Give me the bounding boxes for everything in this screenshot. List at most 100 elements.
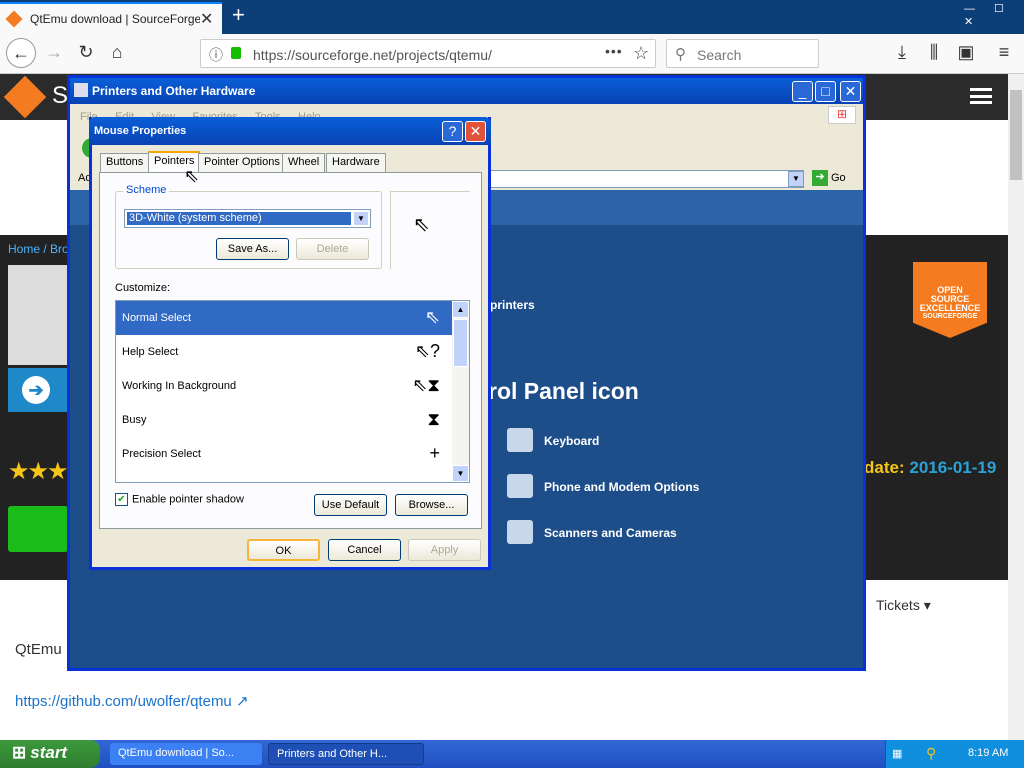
start-label: start [30, 743, 68, 762]
phone-modem-icon[interactable] [507, 474, 533, 498]
tab-buttons[interactable]: Buttons [100, 153, 150, 172]
arrow-button[interactable]: ➔ [8, 368, 68, 412]
hourglass-icon: ⧗ [427, 409, 440, 429]
pointer-help-select[interactable]: Help Select ⇖? [116, 335, 452, 369]
pointer-normal-select[interactable]: Normal Select ⇖ [116, 301, 452, 335]
pointer-busy[interactable]: Busy ⧗ [116, 403, 452, 437]
keyboard-icon[interactable] [507, 428, 533, 452]
tab-hardware[interactable]: Hardware [326, 153, 386, 172]
forward-button[interactable]: → [40, 42, 68, 70]
delete-button[interactable]: Delete [296, 238, 369, 260]
sourceforge-favicon-icon [5, 10, 23, 28]
url-text[interactable]: https://sourceforge.net/projects/qtemu/ [253, 47, 492, 63]
pointer-shadow-option[interactable]: ✔ Enable pointer shadow [115, 493, 244, 506]
go-arrow-icon: ➔ [812, 170, 828, 186]
windows-flag-icon: ⊞ [12, 743, 27, 762]
maximize-button[interactable]: □ [815, 81, 836, 102]
arrow-right-icon: ➔ [22, 376, 50, 404]
cancel-button[interactable]: Cancel [328, 539, 401, 561]
minimize-button[interactable]: _ [792, 81, 813, 102]
info-icon[interactable]: ⓘ [209, 45, 223, 65]
project-name: QtEmu [15, 641, 62, 658]
sidebar-icon[interactable]: ▣ [952, 42, 980, 70]
go-button[interactable]: ➔ Go [812, 170, 846, 186]
download-button[interactable] [8, 506, 68, 552]
browse-button[interactable]: Browse... [395, 494, 468, 516]
scroll-up-icon[interactable]: ▲ [452, 301, 469, 318]
external-link-icon: ↗ [235, 693, 249, 710]
close-button[interactable]: ✕ [840, 81, 861, 102]
keyboard-item[interactable]: Keyboard [544, 434, 599, 448]
tab-pointer-options[interactable]: Pointer Options [198, 153, 286, 172]
bookmark-star-icon[interactable]: ☆ [633, 43, 649, 64]
pointer-shadow-label: Enable pointer shadow [132, 493, 244, 506]
chevron-down-icon[interactable]: ▼ [353, 211, 369, 226]
start-button[interactable]: ⊞ start [0, 740, 100, 768]
taskbar-item-firefox[interactable]: QtEmu download | So... [110, 743, 262, 765]
url-bar[interactable]: ⓘ https://sourceforge.net/projects/qtemu… [200, 39, 656, 68]
downloads-icon[interactable]: ⤓ [888, 42, 916, 70]
mouse-cursor-icon: ⇖ [184, 166, 200, 186]
pointer-name: Busy [122, 414, 147, 426]
address-input[interactable] [488, 170, 804, 188]
printers-text[interactable]: printers [490, 298, 535, 312]
taskbar-item-printers[interactable]: Printers and Other H... [268, 743, 424, 765]
tab-wheel[interactable]: Wheel [282, 153, 326, 172]
use-default-button[interactable]: Use Default [314, 494, 387, 516]
search-input[interactable]: ⚲ Search [666, 39, 819, 68]
list-scrollbar-thumb[interactable] [453, 319, 468, 367]
windows-logo-icon: ⊞ [828, 106, 856, 124]
page-scrollbar-thumb[interactable] [1010, 90, 1022, 180]
close-tab-icon[interactable]: ✕ [200, 9, 213, 29]
scanners-cameras-item[interactable]: Scanners and Cameras [544, 526, 677, 540]
page-actions-icon[interactable]: ••• [605, 43, 623, 59]
scheme-select[interactable]: 3D-White (system scheme) ▼ [124, 209, 371, 228]
window-controls[interactable]: — ☐ ✕ [964, 2, 1024, 28]
browser-tab-bar: QtEmu download | SourceForge.net ✕ + — ☐… [0, 0, 1024, 34]
pointers-panel: Scheme 3D-White (system scheme) ▼ Save A… [99, 172, 482, 529]
help-button[interactable]: ? [442, 121, 463, 142]
search-icon: ⚲ [675, 46, 686, 63]
address-dropdown-icon[interactable]: ▼ [788, 171, 804, 187]
dialog-titlebar[interactable]: Mouse Properties ? ✕ [89, 117, 491, 145]
back-button[interactable]: ← [6, 38, 36, 68]
keyboard-tray-icon[interactable]: ▦ [892, 747, 902, 760]
ok-button[interactable]: OK [247, 539, 320, 561]
update-label: date: [864, 458, 905, 477]
list-scrollbar[interactable]: ▲ ▼ [452, 301, 469, 482]
scanner-camera-icon[interactable] [507, 520, 533, 544]
reload-button[interactable]: ↻ [72, 42, 100, 70]
github-link[interactable]: https://github.com/uwolfer/qtemu ↗ [15, 692, 249, 710]
menu-icon[interactable]: ≡ [990, 42, 1018, 70]
library-icon[interactable]: ⫼ [920, 42, 948, 70]
logo-text: S [52, 82, 69, 109]
phone-modem-item[interactable]: Phone and Modem Options [544, 480, 699, 494]
new-tab-button[interactable]: + [232, 2, 245, 28]
home-button[interactable]: ⌂ [103, 42, 131, 70]
control-panel-title: Printers and Other Hardware [92, 84, 256, 98]
go-label: Go [831, 171, 846, 184]
control-panel-titlebar[interactable]: Printers and Other Hardware _ □ ✕ [70, 78, 863, 104]
help-pointer-icon: ⇖? [414, 341, 440, 361]
mouse-properties-dialog: Mouse Properties ? ✕ Buttons Pointers Po… [89, 117, 491, 570]
save-as-button[interactable]: Save As... [216, 238, 289, 260]
github-link-text[interactable]: https://github.com/uwolfer/qtemu [15, 693, 232, 710]
pointer-shadow-checkbox[interactable]: ✔ [115, 493, 128, 506]
pointer-list[interactable]: Normal Select ⇖ Help Select ⇖? Working In … [115, 300, 470, 483]
network-tray-icon[interactable]: ⚲ [926, 745, 936, 762]
pick-icon-heading: rol Panel icon [488, 378, 639, 404]
tickets-menu[interactable]: Tickets ▾ [876, 597, 931, 614]
scroll-down-icon[interactable]: ▼ [452, 465, 469, 482]
pointer-working-background[interactable]: Working In Background ⇖⧗ [116, 369, 452, 403]
scheme-label: Scheme [123, 184, 170, 196]
browser-tab[interactable]: QtEmu download | SourceForge.net ✕ [0, 2, 222, 34]
breadcrumb[interactable]: Home / Bro [8, 242, 69, 256]
dialog-title: Mouse Properties [94, 125, 187, 137]
printer-folder-icon [74, 83, 88, 97]
hamburger-menu-icon[interactable] [970, 88, 992, 104]
close-button[interactable]: ✕ [465, 121, 486, 142]
apply-button[interactable]: Apply [408, 539, 481, 561]
arrow-pointer-icon: ⇖ [413, 214, 430, 236]
pointer-precision-select[interactable]: Precision Select + [116, 437, 452, 471]
pointer-preview: ⇖ [390, 191, 470, 269]
